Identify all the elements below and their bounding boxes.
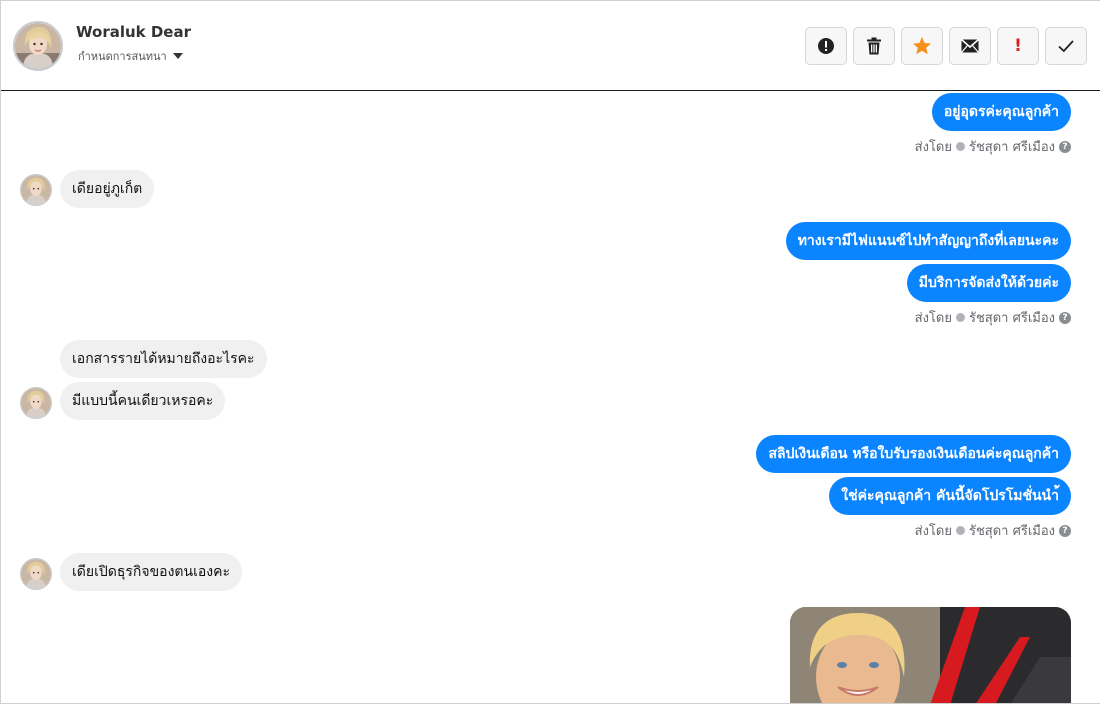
contact-avatar-small[interactable] (20, 174, 52, 206)
outgoing-message[interactable]: อยู่อุดรค่ะคุณลูกค้า (931, 93, 1071, 131)
help-icon[interactable]: ? (1059, 524, 1071, 537)
contact-avatar-small[interactable] (20, 387, 52, 419)
sent-by-info: ส่งโดย รัชสุดา ศรีเมือง ? (915, 307, 1071, 328)
help-icon[interactable]: ? (1059, 311, 1071, 324)
delete-button[interactable] (853, 27, 895, 65)
help-icon[interactable]: ? (1059, 140, 1071, 153)
important-button[interactable]: ! (997, 27, 1039, 65)
sent-by-agent[interactable]: รัชสุดา ศรีเมือง (969, 520, 1055, 541)
mail-button[interactable] (949, 27, 991, 65)
agent-status-icon (955, 142, 965, 151)
sent-by-agent[interactable]: รัชสุดา ศรีเมือง (969, 307, 1055, 328)
sent-by-info: ส่งโดย รัชสุดา ศรีเมือง ? (915, 136, 1071, 157)
assign-conversation-dropdown[interactable]: กำหนดการสนทนา (78, 47, 183, 65)
envelope-icon (961, 39, 979, 53)
incoming-message[interactable]: เดียอยู่ภูเก็ต (60, 170, 155, 208)
conversation-header: Woraluk Dear กำหนดการสนทนา ! (1, 1, 1100, 91)
chat-window: Woraluk Dear กำหนดการสนทนา ! อยู่อุดรค่ะ… (0, 0, 1100, 704)
incoming-message[interactable]: เดียเปิดธุรกิจของตนเองคะ (60, 553, 242, 591)
outgoing-message[interactable]: ทางเรามีไฟแนนซ์ไปทำสัญญาถึงที่เลยนะคะ (785, 222, 1071, 260)
sent-by-prefix: ส่งโดย (914, 524, 952, 539)
assign-label: กำหนดการสนทนา (78, 50, 167, 63)
outgoing-message[interactable]: ใช่ค่ะคุณลูกค้า คันนี้จัดโปรโมชั่นนำ้ (829, 477, 1071, 515)
star-button[interactable] (901, 27, 943, 65)
outgoing-message[interactable]: มีบริการจัดส่งให้ด้วยค่ะ (906, 264, 1071, 302)
contact-name: Woraluk Dear (76, 23, 191, 41)
image-message[interactable] (790, 607, 1071, 703)
outgoing-message[interactable]: สลิปเงินเดือน หรือใบรับรองเงินเดือนค่ะคุ… (756, 435, 1071, 473)
incoming-message[interactable]: เอกสารรายได้หมายถึงอะไรคะ (60, 340, 267, 378)
incoming-message[interactable]: มีแบบนี้คนเดียวเหรอคะ (60, 382, 226, 420)
star-icon (913, 37, 931, 55)
sent-by-prefix: ส่งโดย (914, 140, 952, 155)
agent-status-icon (955, 313, 965, 322)
check-icon (1058, 40, 1074, 53)
caret-down-icon (172, 53, 183, 59)
trash-icon (867, 37, 881, 55)
spam-alert-button[interactable] (805, 27, 847, 65)
message-thread: อยู่อุดรค่ะคุณลูกค้า ส่งโดย รัชสุดา ศรีเ… (1, 92, 1100, 703)
sent-by-info: ส่งโดย รัชสุดา ศรีเมือง ? (915, 520, 1071, 541)
contact-avatar[interactable] (13, 21, 63, 71)
mark-done-button[interactable] (1045, 27, 1087, 65)
agent-status-icon (955, 526, 965, 535)
contact-avatar-small[interactable] (20, 558, 52, 590)
sent-by-prefix: ส่งโดย (914, 311, 952, 326)
alert-circle-icon (818, 38, 834, 54)
exclamation-icon: ! (1014, 36, 1022, 56)
conversation-actions: ! (805, 27, 1087, 65)
sent-by-agent[interactable]: รัชสุดา ศรีเมือง (969, 136, 1055, 157)
